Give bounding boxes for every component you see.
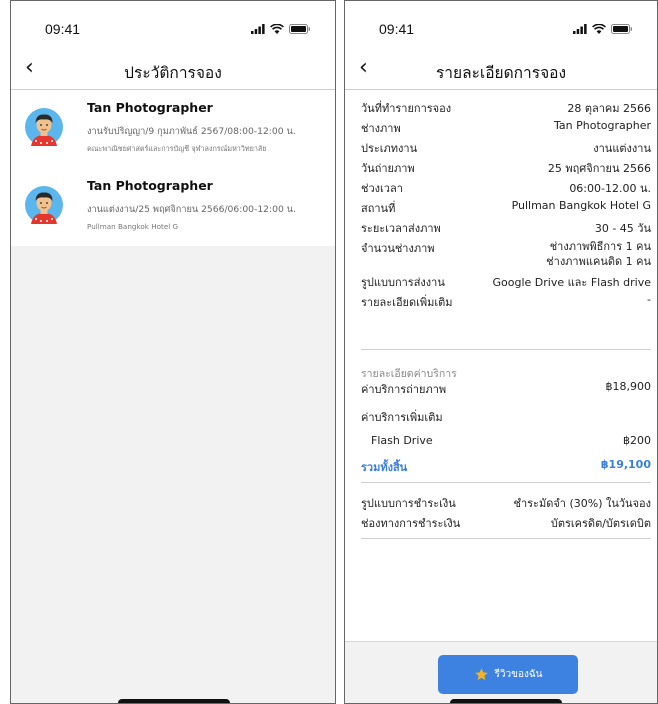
row-value: ชำระมัดจำ (30%) ในวันจอง [513,497,651,510]
row-label: ช่องทางการชำระเงิน [361,517,461,530]
booking-location: Pullman Bangkok Hotel G [87,222,179,231]
review-button-label: รีวิวของฉัน [494,669,543,680]
row-value: ช่างภาพพิธีการ 1 คนช่างภาพแคนดิด 1 คน [546,239,651,269]
divider [361,482,651,483]
detail-row-booking-date: วันที่ทำรายการจอง 28 ตุลาคม 2566 [345,96,657,116]
payment-row-channel: ช่องทางการชำระเงิน บัตรเครดิต/บัตรเดบิต [345,511,657,531]
row-value: ฿18,900 [605,380,652,393]
row-label: รูปแบบการชำระเงิน [361,497,456,510]
payment-list: รูปแบบการชำระเงิน ชำระมัดจำ (30%) ในวันจ… [345,491,657,531]
detail-row-photographer: ช่างภาพ Tan Photographer [345,116,657,136]
row-label: สถานที่ [361,202,396,215]
home-indicator [118,699,230,703]
booking-detail-list: วันที่ทำรายการจอง 28 ตุลาคม 2566 ช่างภาพ… [345,90,657,310]
photographer-count-line: ช่างภาพแคนดิด 1 คน [546,255,651,268]
row-value: Google Drive และ Flash drive [492,276,651,289]
detail-row-extra-details: รายละเอียดเพิ่มเติม - [345,290,657,310]
empty-list-area [11,246,335,703]
booking-description: งานรับปริญญา/9 กุมภาพันธ์ 2567/08:00-12:… [87,126,296,137]
battery-icon [611,24,632,34]
booking-location: คณะพาณิชยศาสตร์และการบัญชี จุฬาลงกรณ์มหา… [87,144,267,153]
row-label: ค่าบริการเพิ่มเติม [361,411,443,424]
nav-bar: ‹ ประวัติการจอง [11,51,335,90]
divider [361,538,651,539]
status-bar: 09:41 [345,19,657,39]
detail-row-shoot-date: วันถ่ายภาพ 25 พฤศจิกายน 2566 [345,156,657,176]
status-icons [251,24,311,34]
service-row-flash-drive: Flash Drive ฿200 [345,431,657,451]
row-label: ระยะเวลาส่งภาพ [361,222,441,235]
status-time: 09:41 [45,21,81,37]
service-row-extra-fee: ค่าบริการเพิ่มเติม [345,405,657,425]
signal-icon [573,24,587,34]
history-screen: 09:41 ‹ ประวัติการจอง Tan Photographer ง… [10,0,336,704]
row-value: บัตรเครดิต/บัตรเดบิต [550,517,651,530]
row-label: ช่วงเวลา [361,182,403,195]
row-label: รายละเอียดเพิ่มเติม [361,296,453,309]
payment-row-method: รูปแบบการชำระเงิน ชำระมัดจำ (30%) ในวันจ… [345,491,657,511]
row-value: 28 ตุลาคม 2566 [567,102,651,115]
star-icon [474,668,488,681]
row-value: Tan Photographer [554,119,651,132]
nav-bar: ‹ รายละเอียดการจอง [345,51,657,90]
detail-row-event-type: ประเภทงาน งานแต่งงาน [345,136,657,156]
my-review-button[interactable]: รีวิวของฉัน [438,655,578,694]
history-item[interactable]: Tan Photographer งานแต่งงาน/25 พฤศจิกายน… [11,168,335,247]
total-value: ฿19,100 [600,458,651,471]
history-item[interactable]: Tan Photographer งานรับปริญญา/9 กุมภาพัน… [11,90,335,169]
row-label: รูปแบบการส่งงาน [361,276,445,289]
row-label: ช่างภาพ [361,122,401,135]
detail-row-delivery-format: รูปแบบการส่งงาน Google Drive และ Flash d… [345,270,657,290]
row-label: ค่าบริการถ่ายภาพ [361,383,447,396]
row-value: 30 - 45 วัน [594,222,651,235]
row-label: วันที่ทำรายการจอง [361,102,452,115]
photographer-avatar-icon [25,186,63,224]
detail-row-location: สถานที่ Pullman Bangkok Hotel G [345,196,657,216]
battery-icon [289,24,310,34]
detail-row-delivery-time: ระยะเวลาส่งภาพ 30 - 45 วัน [345,216,657,236]
home-indicator [450,699,562,703]
divider [361,349,651,350]
photographer-count-line: ช่างภาพพิธีการ 1 คน [549,240,651,253]
photographer-avatar-icon [25,108,63,146]
photographer-name: Tan Photographer [87,178,213,193]
row-label: จำนวนช่างภาพ [361,242,435,255]
row-label: ประเภทงาน [361,142,418,155]
detail-screen: 09:41 ‹ รายละเอียดการจอง วันที่ทำรายการจ… [344,0,658,704]
page-title: ประวัติการจอง [124,64,222,82]
row-value: ฿200 [623,434,651,447]
service-list: ค่าบริการถ่ายภาพ ฿18,900 ค่าบริการเพิ่มเ… [345,377,657,475]
signal-icon [251,24,265,34]
row-value: 06:00-12.00 น. [569,182,651,195]
status-bar: 09:41 [11,19,335,39]
booking-description: งานแต่งงาน/25 พฤศจิกายน 2566/06:00-12:00… [87,204,296,215]
wifi-icon [270,24,284,34]
detail-row-photographer-count: จำนวนช่างภาพ ช่างภาพพิธีการ 1 คนช่างภาพแ… [345,236,657,270]
row-label: วันถ่ายภาพ [361,162,415,175]
service-row-total: รวมทั้งสิ้น ฿19,100 [345,455,657,475]
row-value: - [647,293,651,306]
row-value: Pullman Bangkok Hotel G [511,199,651,212]
page-title: รายละเอียดการจอง [435,64,567,82]
total-label: รวมทั้งสิ้น [361,461,408,474]
status-icons [573,24,633,34]
detail-row-time-slot: ช่วงเวลา 06:00-12.00 น. [345,176,657,196]
wifi-icon [592,24,606,34]
row-label: Flash Drive [371,434,433,447]
row-value: 25 พฤศจิกายน 2566 [547,162,651,175]
service-row-photo-fee: ค่าบริการถ่ายภาพ ฿18,900 [345,377,657,397]
photographer-name: Tan Photographer [87,100,213,115]
status-time: 09:41 [379,21,415,37]
row-value: งานแต่งงาน [593,142,651,155]
